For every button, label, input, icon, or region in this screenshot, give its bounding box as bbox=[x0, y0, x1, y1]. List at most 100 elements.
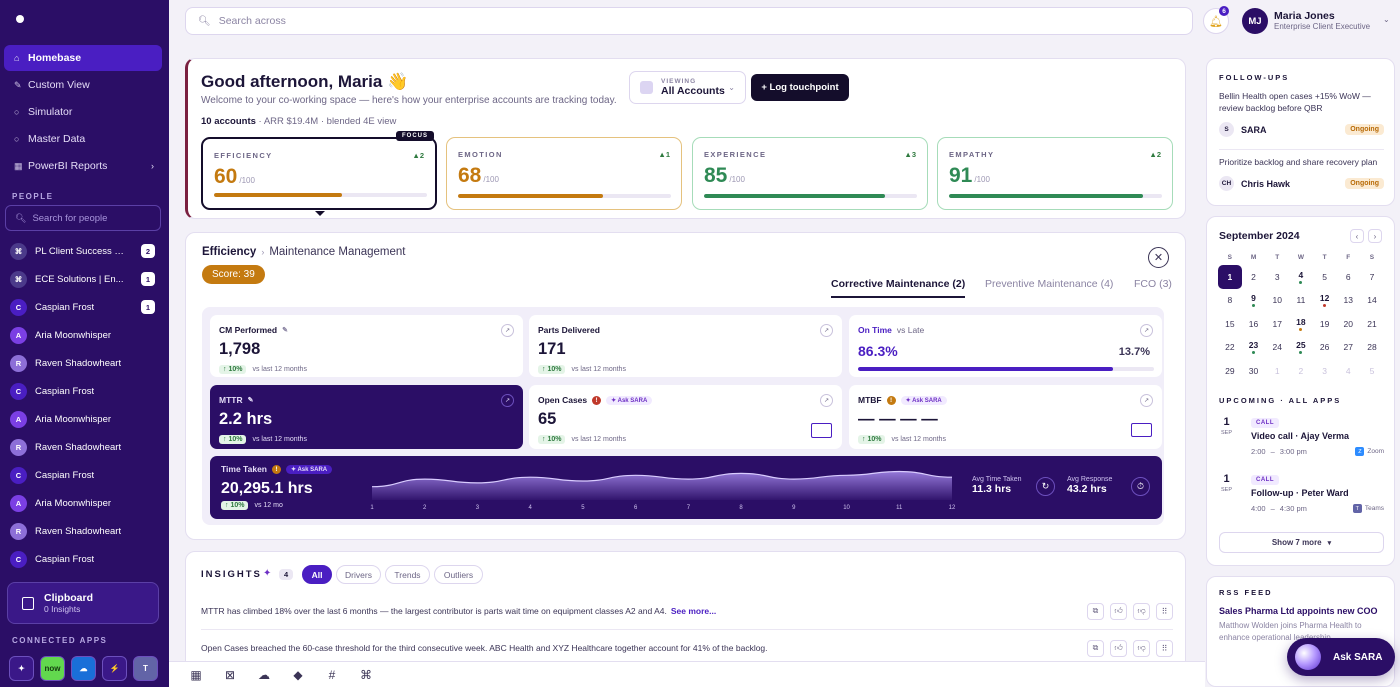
expand-icon[interactable]: ↗ bbox=[501, 324, 514, 337]
filter-all[interactable]: All bbox=[302, 565, 332, 584]
person-item[interactable]: R Raven Shadowheart bbox=[5, 349, 161, 377]
expand-icon[interactable]: ↗ bbox=[820, 394, 833, 407]
connected-app-icon[interactable]: ☁ bbox=[71, 656, 96, 681]
metric-card-efficiency[interactable]: EFFICIENCY ▲2 60/100 bbox=[201, 137, 437, 210]
calendar-day[interactable]: 9 bbox=[1242, 289, 1266, 313]
ask-sara-button[interactable]: Ask SARA bbox=[1287, 638, 1395, 676]
expand-icon[interactable]: ↗ bbox=[820, 324, 833, 337]
calendar-day[interactable]: 4 bbox=[1336, 359, 1360, 383]
calendar-day[interactable]: 8 bbox=[1218, 289, 1242, 313]
tab-fco[interactable]: FCO (3) bbox=[1134, 278, 1172, 296]
drag-handle-icon[interactable]: ⠿ bbox=[1156, 602, 1173, 620]
thumbs-up-icon[interactable]: 👍︎ bbox=[1110, 639, 1127, 657]
filter-outliers[interactable]: Outliers bbox=[434, 565, 483, 584]
parts-delivered-tile[interactable]: Parts Delivered ↗ 171 ↑ 10% vs last 12 mo… bbox=[529, 315, 842, 377]
command-icon[interactable]: ⌘ bbox=[359, 668, 373, 682]
filter-drivers[interactable]: Drivers bbox=[336, 565, 381, 584]
event-item[interactable]: 1 SEP CALL Video call · Ajay Verma 2:00–3:00… bbox=[1219, 414, 1384, 464]
calendar-day[interactable]: 12 bbox=[1313, 289, 1337, 313]
connected-app-icon[interactable]: T bbox=[133, 656, 158, 681]
calendar-day[interactable]: 21 bbox=[1360, 312, 1384, 336]
person-item[interactable]: A Aria Moonwhisper bbox=[5, 321, 161, 349]
person-item[interactable]: C Caspian Frost bbox=[5, 377, 161, 405]
ask-sara-pill[interactable]: ✦ Ask SARA bbox=[606, 395, 653, 405]
grid-icon[interactable]: ▦ bbox=[189, 668, 203, 682]
time-taken-tile[interactable]: Time Taken! ✦ Ask SARA 20,295.1 hrs ↑ 10%… bbox=[210, 456, 1162, 519]
diamond-icon[interactable]: ◆ bbox=[291, 668, 305, 682]
metric-card-emotion[interactable]: EMOTION ▲1 68/100 bbox=[446, 137, 682, 210]
calendar-day[interactable]: 11 bbox=[1289, 289, 1313, 313]
user-name[interactable]: Maria Jones bbox=[1274, 10, 1335, 22]
ask-sara-pill[interactable]: ✦ Ask SARA bbox=[900, 395, 947, 405]
followup-text[interactable]: Prioritize backlog and share recovery pl… bbox=[1219, 156, 1384, 168]
copy-icon[interactable]: ⧉ bbox=[1087, 602, 1104, 620]
person-item[interactable]: R Raven Shadowheart bbox=[5, 433, 161, 461]
thumbs-down-icon[interactable]: 👎︎ bbox=[1133, 602, 1150, 620]
cloud-icon[interactable]: ☁ bbox=[257, 668, 271, 682]
calendar-day[interactable]: 2 bbox=[1289, 359, 1313, 383]
calendar-day[interactable]: 7 bbox=[1360, 265, 1384, 289]
person-item[interactable]: ⌘ PL Client Success So... 2 bbox=[5, 237, 161, 265]
user-avatar[interactable]: MJ bbox=[1242, 8, 1268, 34]
calendar-day[interactable]: 20 bbox=[1336, 312, 1360, 336]
calendar-day[interactable]: 24 bbox=[1265, 336, 1289, 360]
people-search-input[interactable]: 🔍︎ Search for people bbox=[5, 205, 161, 231]
metric-card-experience[interactable]: EXPERIENCE ▲3 85/100 bbox=[692, 137, 928, 210]
connected-app-icon[interactable]: now bbox=[40, 656, 65, 681]
thumbs-up-icon[interactable]: 👍︎ bbox=[1110, 602, 1127, 620]
calendar-day[interactable]: 1 bbox=[1218, 265, 1242, 289]
calendar-day[interactable]: 5 bbox=[1360, 359, 1384, 383]
on-time-tile[interactable]: On Time vs Late ↗ 86.3% 13.7% bbox=[849, 315, 1162, 377]
calendar-day[interactable]: 28 bbox=[1360, 336, 1384, 360]
calendar-day[interactable]: 1 bbox=[1265, 359, 1289, 383]
ask-sara-pill[interactable]: ✦ Ask SARA bbox=[285, 464, 333, 474]
person-item[interactable]: A Aria Moonwhisper bbox=[5, 489, 161, 517]
calendar-day[interactable]: 19 bbox=[1313, 312, 1337, 336]
hash-icon[interactable]: # bbox=[325, 668, 339, 682]
calendar-day[interactable]: 4 bbox=[1289, 265, 1313, 289]
person-item[interactable]: R Raven Shadowheart bbox=[5, 517, 161, 545]
expand-icon[interactable]: ↗ bbox=[501, 394, 514, 407]
tab-corrective-maintenance[interactable]: Corrective Maintenance (2) bbox=[831, 278, 966, 298]
excel-icon[interactable]: ⊠ bbox=[223, 668, 237, 682]
calendar-day[interactable]: 5 bbox=[1313, 265, 1337, 289]
cm-performed-tile[interactable]: CM Performed ✎ ↗ 1,798 ↑ 10% vs last 12 mo… bbox=[210, 315, 523, 377]
nav-item-powerbi-reports[interactable]: ▦ PowerBI Reports › bbox=[4, 153, 162, 179]
person-item[interactable]: C Caspian Frost 1 bbox=[5, 293, 161, 321]
expand-icon[interactable]: ↗ bbox=[1140, 394, 1153, 407]
clipboard-card[interactable]: Clipboard 0 Insights bbox=[7, 582, 159, 624]
calendar-day[interactable]: 6 bbox=[1336, 265, 1360, 289]
calendar-day[interactable]: 16 bbox=[1242, 312, 1266, 336]
calendar-day[interactable]: 3 bbox=[1265, 265, 1289, 289]
mttr-tile[interactable]: MTTR ✎ ↗ 2.2 hrs ↑ 10% vs last 12 months bbox=[210, 385, 523, 449]
mtbf-tile[interactable]: MTBF! ✦ Ask SARA ↗ — — — — ↑ 10% vs last 1… bbox=[849, 385, 1162, 449]
nav-item-master-data[interactable]: ○ Master Data bbox=[4, 126, 162, 152]
calendar-day[interactable]: 15 bbox=[1218, 312, 1242, 336]
show-more-button[interactable]: Show 7 more ▾ bbox=[1219, 532, 1384, 553]
chevron-right-icon[interactable]: › bbox=[1368, 229, 1382, 243]
tab-preventive-maintenance[interactable]: Preventive Maintenance (4) bbox=[985, 278, 1113, 296]
calendar-day[interactable]: 3 bbox=[1313, 359, 1337, 383]
rss-headline[interactable]: Sales Pharma Ltd appoints new COO bbox=[1219, 606, 1378, 616]
calendar-day[interactable]: 10 bbox=[1265, 289, 1289, 313]
timer-icon[interactable]: ⏱︎ bbox=[1131, 477, 1150, 496]
refresh-icon[interactable]: ↻ bbox=[1036, 477, 1055, 496]
calendar-day[interactable]: 2 bbox=[1242, 265, 1266, 289]
nav-item-homebase[interactable]: ⌂ Homebase bbox=[4, 45, 162, 71]
calendar-day[interactable]: 14 bbox=[1360, 289, 1384, 313]
copy-icon[interactable]: ⧉ bbox=[1087, 639, 1104, 657]
thumbs-down-icon[interactable]: 👎︎ bbox=[1133, 639, 1150, 657]
calendar-day[interactable]: 25 bbox=[1289, 336, 1313, 360]
nav-item-custom-view[interactable]: ✎ Custom View bbox=[4, 72, 162, 98]
expand-icon[interactable]: ↗ bbox=[1140, 324, 1153, 337]
connected-app-icon[interactable]: ⚡ bbox=[102, 656, 127, 681]
person-item[interactable]: C Caspian Frost bbox=[5, 461, 161, 489]
log-touchpoint-button[interactable]: + Log touchpoint bbox=[751, 74, 849, 101]
person-item[interactable]: A Aria Moonwhisper bbox=[5, 405, 161, 433]
person-item[interactable]: ⌘ ECE Solutions | En... 1 bbox=[5, 265, 161, 293]
calendar-day[interactable]: 27 bbox=[1336, 336, 1360, 360]
connected-app-icon[interactable]: ✦ bbox=[9, 656, 34, 681]
followup-text[interactable]: Bellin Health open cases +15% WoW — revi… bbox=[1219, 90, 1384, 114]
close-icon[interactable]: ✕ bbox=[1148, 247, 1169, 268]
calendar-day[interactable]: 22 bbox=[1218, 336, 1242, 360]
